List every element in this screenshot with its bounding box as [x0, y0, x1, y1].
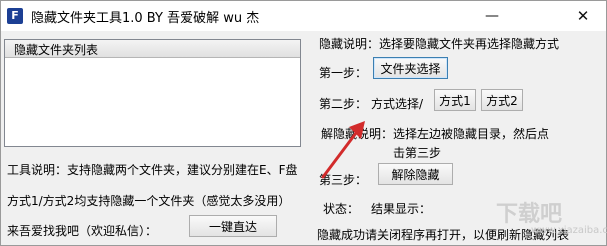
tool-description-cont: 方式1/方式2均支持隐藏一个文件夹（感觉太多没用） — [7, 194, 291, 208]
unhide-button[interactable]: 解除隐藏 — [378, 163, 453, 185]
unhide-description-cont: 击第三步 — [393, 146, 442, 160]
method-select-label: 方式选择/ — [371, 97, 424, 111]
tool-description: 工具说明：支持隐藏两个文件夹，建议分别建在E、F盘 — [7, 163, 298, 177]
app-icon: F — [7, 8, 23, 24]
close-button[interactable]: ✕ — [560, 1, 606, 31]
window-title: 隐藏文件夹工具1.0 BY 吾爱破解 wu 杰 — [31, 11, 260, 26]
list-column-header[interactable]: 隐藏文件夹列表 — [5, 40, 300, 58]
select-folder-button[interactable]: 文件夹选择 — [373, 57, 448, 79]
step1-label: 第一步： — [319, 66, 368, 80]
annotation-arrow-icon — [321, 121, 365, 179]
method1-button[interactable]: 方式1 — [434, 89, 476, 111]
step2-label: 第二步： — [319, 97, 368, 111]
minimize-button[interactable]: — — [469, 1, 515, 31]
result-label: 结果显示： — [371, 202, 432, 216]
hidden-folder-list[interactable]: 隐藏文件夹列表 — [4, 39, 301, 147]
one-click-direct-button[interactable]: 一键直达 — [189, 215, 277, 237]
watermark-logo: 下载吧 — [496, 202, 563, 227]
method2-button[interactable]: 方式2 — [481, 89, 523, 111]
hide-description: 隐藏说明：选择要隐藏文件夹再选择隐藏方式 — [319, 37, 560, 51]
main-window: F 隐藏文件夹工具1.0 BY 吾爱破解 wu 杰 — ✕ 隐藏文件夹列表 隐藏… — [0, 0, 607, 246]
watermark-url: www.xiazaiba.com — [531, 225, 607, 236]
contact-label: 来吾爱找我吧（欢迎私信）： — [7, 224, 158, 238]
list-header-label: 隐藏文件夹列表 — [14, 43, 99, 57]
status-label: 状态： — [323, 202, 360, 216]
title-bar: F 隐藏文件夹工具1.0 BY 吾爱破解 wu 杰 — ✕ — [1, 1, 606, 31]
